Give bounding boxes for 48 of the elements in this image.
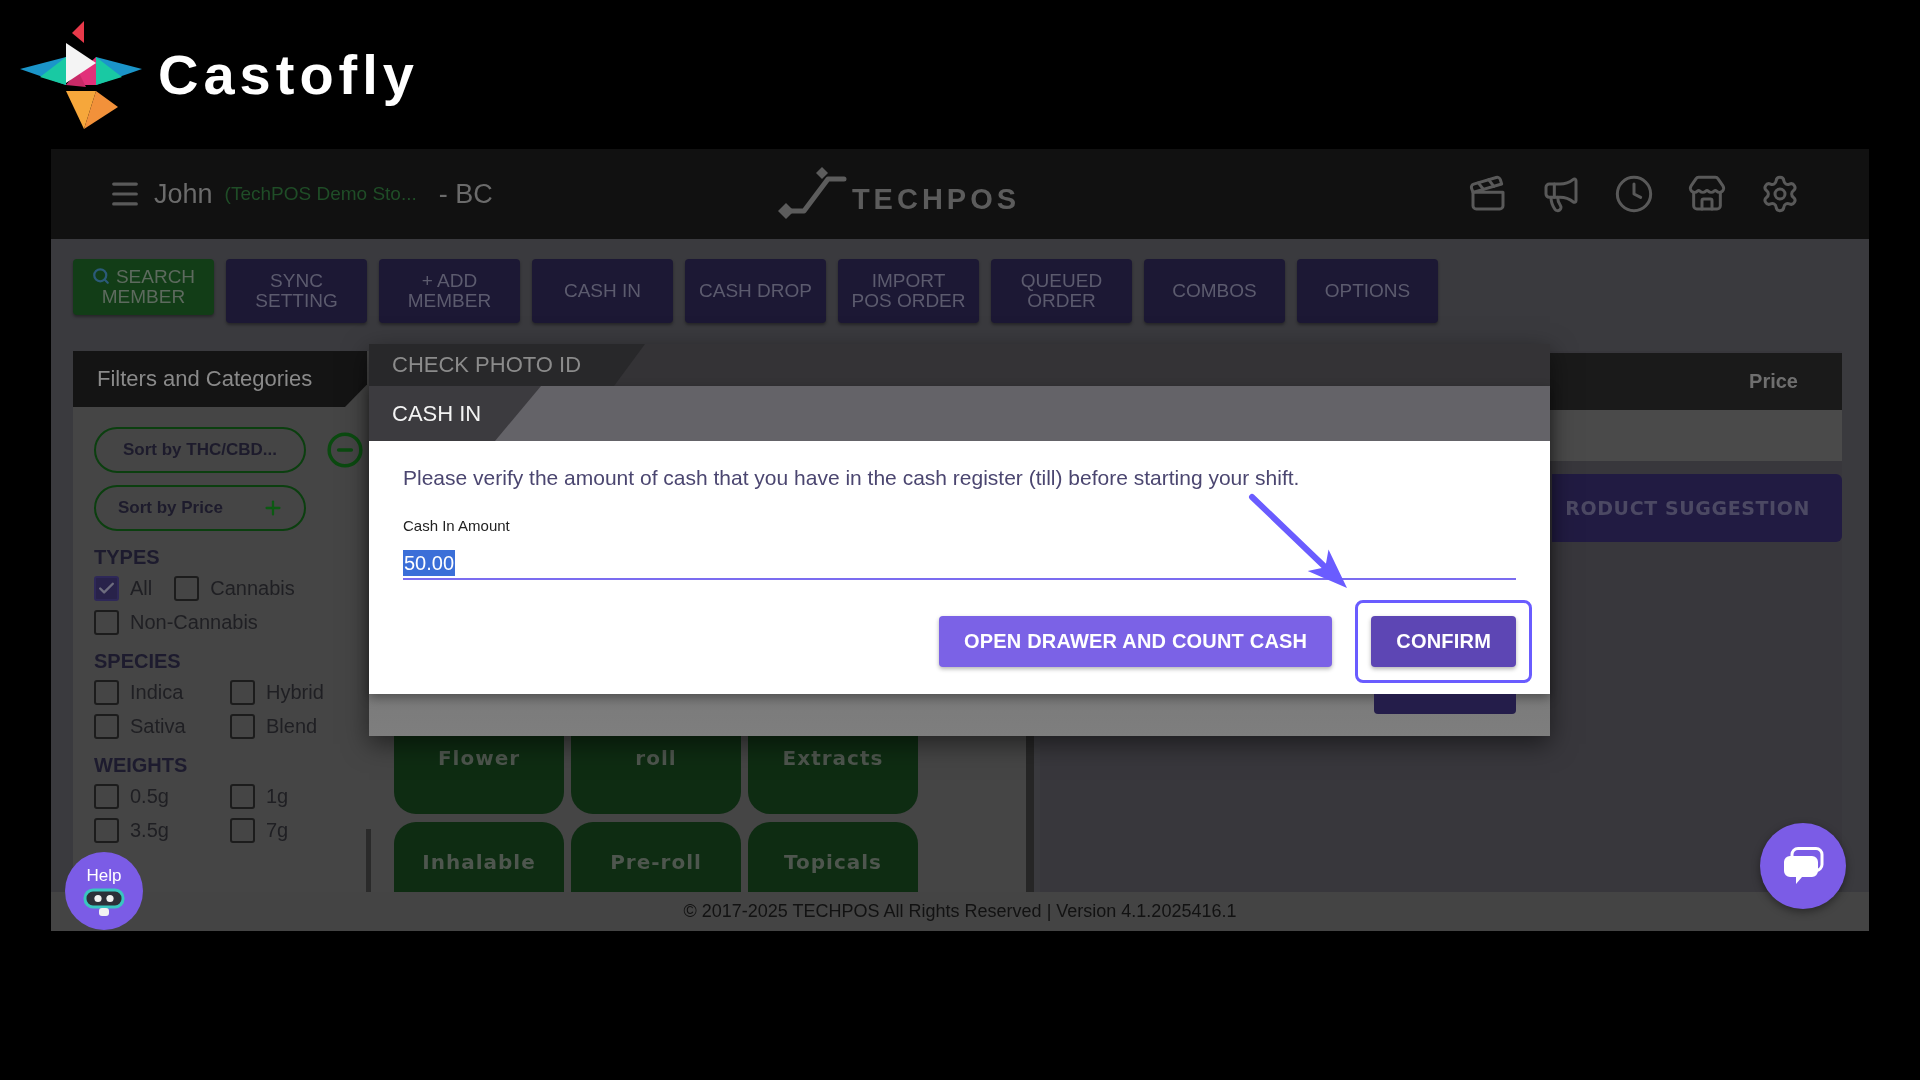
robot-icon xyxy=(82,887,126,916)
clock-icon[interactable] xyxy=(1614,174,1654,214)
checkbox[interactable] xyxy=(230,818,255,843)
category-tile[interactable]: Extracts xyxy=(748,736,918,814)
checkbox[interactable] xyxy=(174,576,200,601)
checkbox[interactable] xyxy=(94,576,119,601)
user-name: John xyxy=(154,178,213,210)
settings-icon[interactable] xyxy=(1760,174,1800,214)
toolbar-button[interactable]: OPTIONS xyxy=(1297,259,1438,323)
scrollbar-thumb[interactable] xyxy=(366,829,371,892)
confirm-button[interactable]: CONFIRM xyxy=(1371,616,1516,667)
dialog-title: CASH IN xyxy=(369,386,541,441)
category-tile[interactable]: Pre-roll xyxy=(571,822,741,892)
logo-text: TECHPOS xyxy=(851,182,1021,216)
checkbox[interactable] xyxy=(230,714,255,739)
toolbar-button[interactable]: CASH DROP xyxy=(685,259,826,323)
toolbar-button[interactable]: COMBOS xyxy=(1144,259,1285,323)
toolbar-button[interactable]: QUEUED ORDER xyxy=(991,259,1132,323)
toolbar-button[interactable]: IMPORT POS ORDER xyxy=(838,259,979,323)
category-tile[interactable]: Inhalable xyxy=(394,822,564,892)
brand-name: Castofly xyxy=(158,42,419,107)
store-icon[interactable] xyxy=(1687,174,1727,214)
clapperboard-icon[interactable] xyxy=(1468,174,1508,214)
checkbox[interactable] xyxy=(94,680,119,705)
checkbox[interactable] xyxy=(94,714,119,739)
dialog-title: CHECK PHOTO ID xyxy=(369,344,645,386)
toolbar-button[interactable]: SYNC SETTING xyxy=(226,259,367,323)
toolbar-button[interactable]: CASH IN xyxy=(532,259,673,323)
category-tile[interactable]: Topicals xyxy=(748,822,918,892)
chat-icon xyxy=(1782,847,1824,885)
field-label: Cash In Amount xyxy=(403,517,511,534)
checkbox[interactable] xyxy=(230,784,255,809)
checkbox[interactable] xyxy=(94,610,119,635)
toolbar-button[interactable]: SEARCH MEMBER xyxy=(73,259,214,315)
category-tile[interactable]: Flower xyxy=(394,736,564,814)
checkbox[interactable] xyxy=(94,784,119,809)
store-name: (TechPOS Demo Sto... xyxy=(224,183,417,205)
column-header: Price xyxy=(1749,370,1798,393)
region-label: - BC xyxy=(438,178,493,210)
dialog-button[interactable]: OPEN DRAWER AND COUNT CASH xyxy=(938,616,1333,667)
checkbox[interactable] xyxy=(94,818,119,843)
category-tile[interactable]: roll xyxy=(571,736,741,814)
minus-circle-icon[interactable] xyxy=(326,431,364,469)
toolbar-button[interactable]: + ADD MEMBER xyxy=(379,259,520,323)
checkbox[interactable] xyxy=(230,680,255,705)
panel-header: Filters and Categories xyxy=(73,351,367,407)
search-icon xyxy=(91,267,110,285)
dialog-message: Please verify the amount of cash that you have in the cash register (till) before starting your shift. xyxy=(403,465,1301,491)
